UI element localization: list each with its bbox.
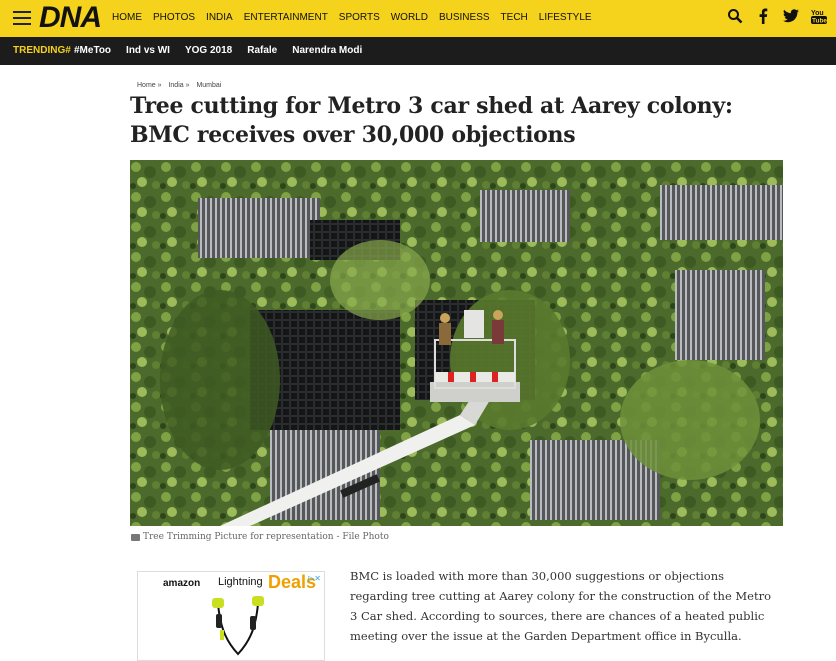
nav-tech[interactable]: TECH <box>501 12 528 23</box>
photo-caption: Tree Trimming Picture for representation… <box>131 532 389 542</box>
breadcrumb-mumbai[interactable]: Mumbai <box>196 82 221 89</box>
nav-sports[interactable]: SPORTS <box>339 12 380 23</box>
nav-photos[interactable]: PHOTOS <box>153 12 195 23</box>
article-body: BMC is loaded with more than 30,000 sugg… <box>350 569 772 643</box>
nav-business[interactable]: BUSINESS <box>439 12 490 23</box>
ad-lightning-text: Lightning <box>218 576 263 588</box>
trending-item-metoo[interactable]: #MeToo <box>74 45 111 56</box>
youtube-icon[interactable]: You Tube <box>810 6 828 26</box>
nav-world[interactable]: WORLD <box>391 12 428 23</box>
facebook-icon[interactable] <box>754 6 772 26</box>
camera-icon <box>131 533 140 541</box>
trending-item-rafale[interactable]: Rafale <box>247 45 277 56</box>
earphones-image <box>212 596 264 656</box>
svg-text:You: You <box>811 10 824 17</box>
trending-label: TRENDING# <box>13 45 71 56</box>
site-logo[interactable]: DNA <box>39 2 102 34</box>
trending-list: #MeToo Ind vs WI YOG 2018 Rafale Narendr… <box>74 45 377 56</box>
article-photo <box>130 160 783 526</box>
trending-item-yog-2018[interactable]: YOG 2018 <box>185 45 232 56</box>
trending-item-ind-vs-wi[interactable]: Ind vs WI <box>126 45 170 56</box>
breadcrumb-india[interactable]: India » <box>168 82 189 89</box>
menu-icon[interactable] <box>13 11 31 25</box>
search-icon[interactable] <box>726 6 744 26</box>
nav-entertainment[interactable]: ENTERTAINMENT <box>244 12 328 23</box>
ad-amazon-logo: amazon <box>163 578 201 589</box>
breadcrumb: Home » India » Mumbai <box>137 82 226 89</box>
twitter-icon[interactable] <box>782 6 800 26</box>
nav-lifestyle[interactable]: LIFESTYLE <box>539 12 592 23</box>
article-title: Tree cutting for Metro 3 car shed at Aar… <box>130 93 733 148</box>
header-icons: You Tube <box>726 6 828 26</box>
caption-text: Tree Trimming Picture for representation… <box>143 532 389 542</box>
nav-india[interactable]: INDIA <box>206 12 233 23</box>
top-header: DNA HOME PHOTOS INDIA ENTERTAINMENT SPOR… <box>0 0 836 37</box>
svg-text:Tube: Tube <box>812 18 827 25</box>
breadcrumb-home[interactable]: Home » <box>137 82 162 89</box>
trending-item-narendra-modi[interactable]: Narendra Modi <box>292 45 362 56</box>
trending-bar: TRENDING# #MeToo Ind vs WI YOG 2018 Rafa… <box>0 37 836 65</box>
adchoices-icon[interactable]: ▷✕ <box>308 574 321 583</box>
ad-banner[interactable]: amazon Lightning Deals ▷✕ <box>137 571 325 661</box>
main-nav: HOME PHOTOS INDIA ENTERTAINMENT SPORTS W… <box>112 12 603 23</box>
nav-home[interactable]: HOME <box>112 12 142 23</box>
